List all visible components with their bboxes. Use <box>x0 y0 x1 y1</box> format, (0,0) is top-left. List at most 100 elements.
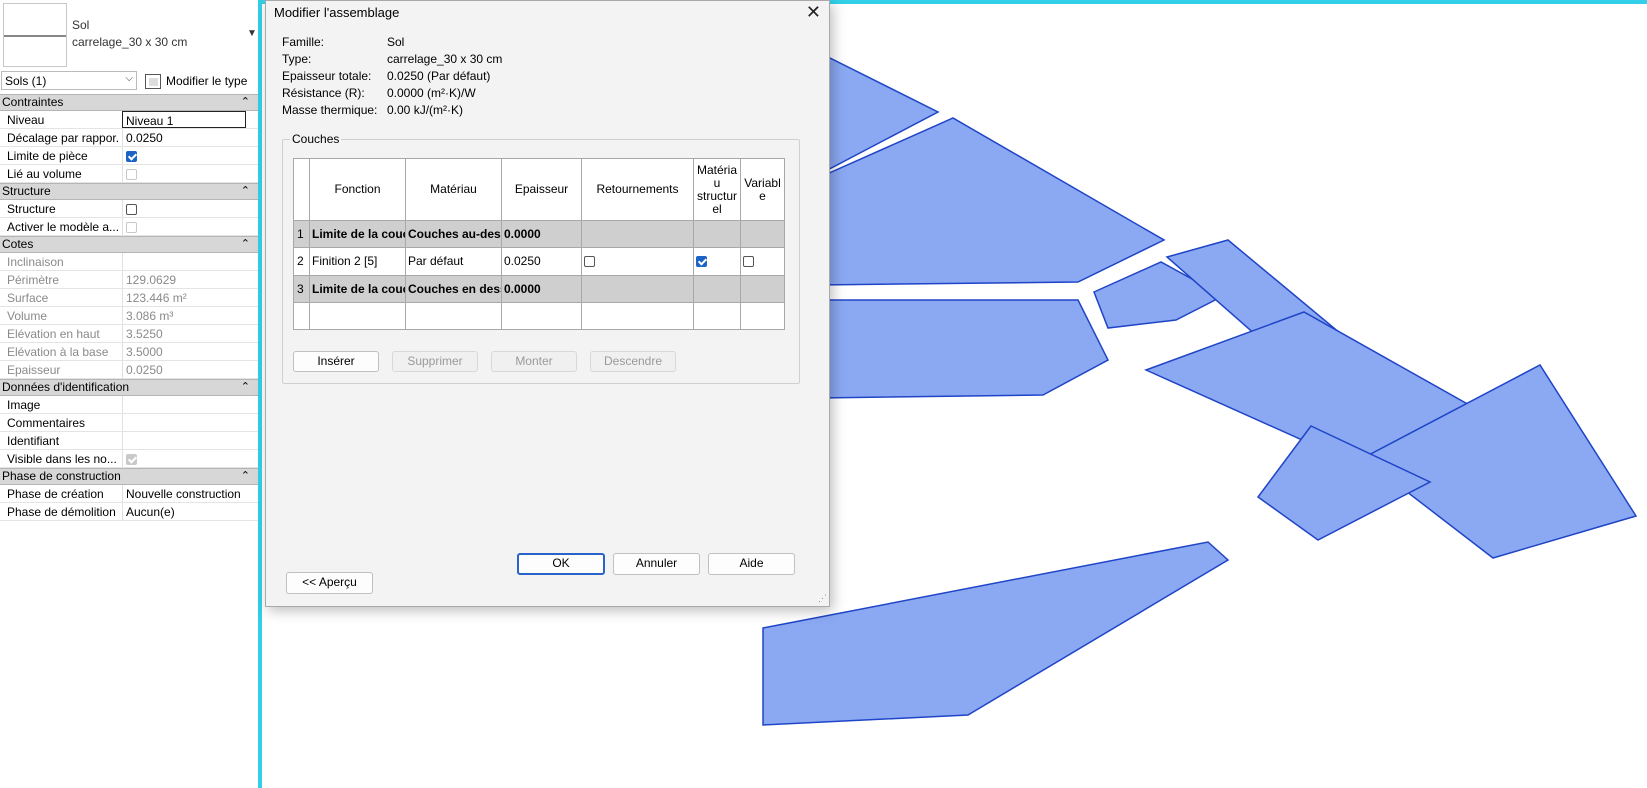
layer-row[interactable]: 3 Limite de la couc Couches en dess 0.0000 <box>293 274 785 303</box>
column-header-materiau-structurel[interactable]: Matéria u structur el <box>693 158 741 221</box>
checkbox[interactable] <box>126 150 137 162</box>
info-key: Type: <box>282 52 312 66</box>
property-row[interactable]: Identifiant <box>0 432 258 450</box>
layer-variable[interactable] <box>740 247 785 276</box>
collapse-icon[interactable]: ⌃ <box>241 380 250 395</box>
property-row[interactable]: Visible dans les no... <box>0 450 258 468</box>
info-value: Sol <box>387 35 405 49</box>
layer-function[interactable]: Finition 2 [5] <box>309 247 406 276</box>
property-row[interactable]: Elévation en haut 3.5250 <box>0 325 258 343</box>
preview-button[interactable]: << Aperçu <box>286 572 373 594</box>
close-icon[interactable]: ✕ <box>806 2 821 23</box>
instance-filter-dropdown[interactable]: Sols (1) ⌵ <box>1 71 137 90</box>
layer-wraps[interactable] <box>581 247 694 276</box>
insert-button[interactable]: Insérer <box>293 351 379 372</box>
info-key: Masse thermique: <box>282 103 378 117</box>
column-header-variable[interactable]: Variabl e <box>740 158 785 221</box>
property-label: Volume <box>7 309 48 323</box>
property-row[interactable]: Commentaires <box>0 414 258 432</box>
property-row[interactable]: Image <box>0 396 258 414</box>
layers-table[interactable]: Fonction Matériau Epaisseur Retournement… <box>293 158 785 331</box>
dropdown-arrow-icon[interactable]: ▼ <box>247 28 257 39</box>
delete-button[interactable]: Supprimer <box>392 351 478 372</box>
layer-thickness[interactable]: 0.0000 <box>501 274 582 303</box>
checkbox[interactable] <box>126 203 137 215</box>
cancel-button[interactable]: Annuler <box>613 553 700 575</box>
layer-material[interactable]: Couches au-dess <box>405 219 502 249</box>
column-header-retournements[interactable]: Retournements <box>581 158 694 221</box>
group-title: Structure <box>2 184 51 198</box>
property-row[interactable]: Volume 3.086 m³ <box>0 307 258 325</box>
type-selector[interactable]: Sol carrelage_30 x 30 cm ▼ <box>0 0 258 70</box>
layer-function[interactable]: Limite de la couc <box>309 274 406 303</box>
property-row[interactable]: Elévation à la base 3.5000 <box>0 343 258 361</box>
property-value[interactable] <box>122 396 246 413</box>
property-value[interactable] <box>122 147 246 164</box>
property-label: Structure <box>7 202 56 216</box>
property-row[interactable]: Lié au volume <box>0 165 258 183</box>
collapse-icon[interactable]: ⌃ <box>241 184 250 199</box>
property-value[interactable] <box>122 165 246 182</box>
layer-thickness[interactable]: 0.0000 <box>501 219 582 249</box>
property-value[interactable] <box>122 414 246 431</box>
collapse-icon[interactable]: ⌃ <box>241 237 250 252</box>
column-header-fonction[interactable]: Fonction <box>309 158 406 221</box>
ok-button[interactable]: OK <box>517 553 605 575</box>
property-value[interactable] <box>122 450 246 467</box>
property-value[interactable]: Aucun(e) <box>122 503 246 520</box>
layer-thickness[interactable]: 0.0250 <box>501 247 582 276</box>
column-header-epaisseur[interactable]: Epaisseur <box>501 158 582 221</box>
resize-grip-icon[interactable]: ⋰ <box>818 593 827 604</box>
property-value[interactable]: Niveau 1 <box>122 111 246 128</box>
property-row[interactable]: Phase de création Nouvelle construction <box>0 485 258 503</box>
floor-slab[interactable] <box>817 299 1109 399</box>
structural-material-checkbox[interactable] <box>696 256 707 268</box>
property-value <box>122 253 246 270</box>
header-line: e <box>759 188 766 203</box>
property-label: Identifiant <box>7 434 60 448</box>
edit-type-button[interactable]: Modifier le type <box>145 71 247 91</box>
property-row[interactable]: Activer le modèle a... <box>0 218 258 236</box>
property-row[interactable]: Inclinaison <box>0 253 258 271</box>
layer-variable <box>740 274 785 303</box>
property-group-header[interactable]: Données d'identification ⌃ <box>0 379 258 396</box>
collapse-icon[interactable]: ⌃ <box>241 469 250 484</box>
floor-slab[interactable] <box>762 541 1230 726</box>
property-group-header[interactable]: Phase de construction ⌃ <box>0 468 258 485</box>
collapse-icon[interactable]: ⌃ <box>241 95 250 110</box>
property-row[interactable]: Phase de démolition Aucun(e) <box>0 503 258 521</box>
property-row[interactable]: Limite de pièce <box>0 147 258 165</box>
property-value[interactable]: 0.0250 <box>122 129 246 146</box>
checkbox <box>126 168 137 180</box>
property-group-header[interactable]: Contraintes ⌃ <box>0 94 258 111</box>
property-row[interactable]: Décalage par rappor... 0.0250 <box>0 129 258 147</box>
layer-structural[interactable] <box>693 247 741 276</box>
property-group-header[interactable]: Cotes ⌃ <box>0 236 258 253</box>
property-value: 3.086 m³ <box>122 307 246 324</box>
property-row[interactable]: Niveau Niveau 1 <box>0 111 258 129</box>
property-row[interactable]: Périmètre 129.0629 <box>0 271 258 289</box>
info-value: carrelage_30 x 30 cm <box>387 52 503 66</box>
layer-function[interactable]: Limite de la couc <box>309 219 406 249</box>
property-label: Elévation en haut <box>7 327 100 341</box>
column-header-materiau[interactable]: Matériau <box>405 158 502 221</box>
move-up-button[interactable]: Monter <box>491 351 577 372</box>
layer-row[interactable]: 1 Limite de la couc Couches au-dess 0.0000 <box>293 219 785 249</box>
property-value[interactable] <box>122 200 246 217</box>
layer-row[interactable]: 2 Finition 2 [5] Par défaut 0.0250 <box>293 247 785 276</box>
property-group-header[interactable]: Structure ⌃ <box>0 183 258 200</box>
property-value: 0.0250 <box>122 361 246 378</box>
property-value[interactable] <box>122 432 246 449</box>
move-down-button[interactable]: Descendre <box>590 351 676 372</box>
property-value[interactable]: Nouvelle construction <box>122 485 246 502</box>
property-row[interactable]: Surface 123.446 m² <box>0 289 258 307</box>
help-button[interactable]: Aide <box>708 553 795 575</box>
property-label: Périmètre <box>7 273 60 287</box>
property-row[interactable]: Structure <box>0 200 258 218</box>
layer-material[interactable]: Par défaut <box>405 247 502 276</box>
property-value[interactable] <box>122 218 246 235</box>
wraps-checkbox[interactable] <box>584 256 595 268</box>
property-row[interactable]: Epaisseur 0.0250 <box>0 361 258 379</box>
variable-checkbox[interactable] <box>743 256 754 268</box>
layer-material[interactable]: Couches en dess <box>405 274 502 303</box>
